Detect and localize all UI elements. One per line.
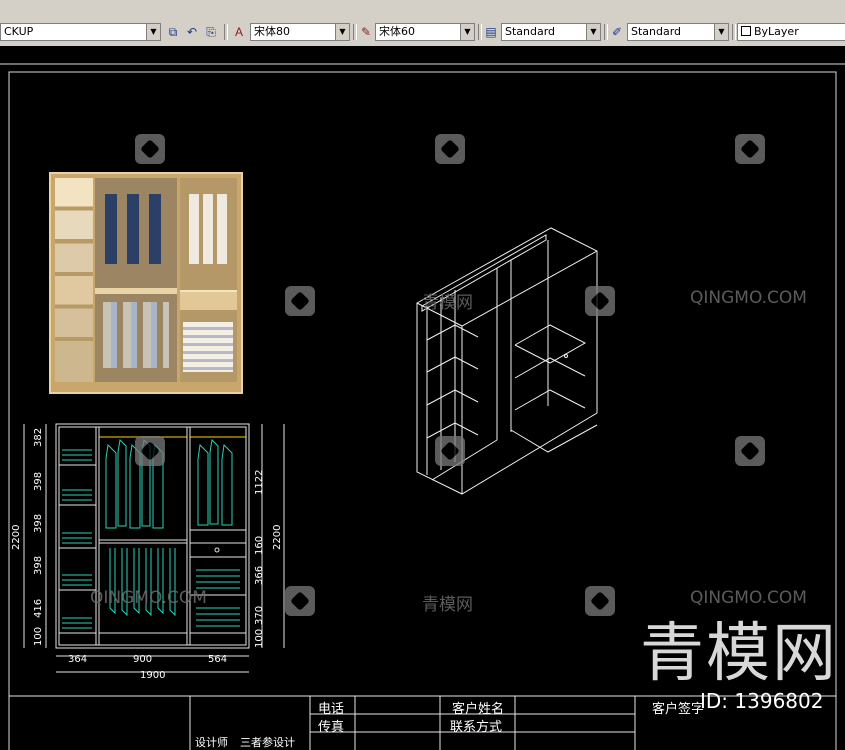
dim-right-total: 2200 [272,525,283,550]
text-style-icon[interactable]: A [230,23,248,41]
dim-right-3: 366 [254,566,265,585]
dim-style-manager-icon[interactable]: ▤ [482,23,500,41]
table-style-icon[interactable]: ✐ [608,23,626,41]
color-swatch-icon [741,26,751,36]
watermark-logo-icon [135,134,165,164]
dim-style-combo[interactable]: Standard ▼ [501,23,601,41]
title-cell-contact: 联系方式 [450,720,503,735]
title-cell-fax: 传真 [318,720,345,735]
watermark-text: QINGMO.COM [690,288,807,308]
title-block-top-strip [0,46,845,62]
layer-combo[interactable]: CKUP ▼ [0,23,161,41]
wardrobe-reference-photo [49,172,243,394]
watermark-logo-icon [135,436,165,466]
layer-combo-value: CKUP [4,25,34,38]
watermark-logo-icon [435,436,465,466]
table-style-combo[interactable]: Standard ▼ [627,23,729,41]
watermark-logo-icon [585,586,615,616]
dim-text-style-combo[interactable]: 宋体60 ▼ [375,23,475,41]
dim-right-1: 1122 [254,470,265,495]
dim-left-2: 398 [33,472,44,491]
chevron-down-icon: ▼ [586,24,600,40]
photo-hanging-jeans [105,194,167,264]
dim-text-style-combo-value: 宋体60 [379,25,415,38]
dim-left-5: 416 [33,599,44,618]
dim-bottom-2: 900 [133,654,152,665]
table-style-combo-value: Standard [631,25,682,38]
watermark-logo-icon [585,286,615,316]
title-cell-client-name: 客户姓名 [452,702,505,717]
photo-left-column [55,178,93,382]
dim-right-2: 160 [254,536,265,555]
cad-toolbar: CKUP ▼ ⧉ ↶ ⎘ A 宋体80 ▼ ✎ 宋体60 ▼ ▤ Standar… [0,0,845,47]
dim-left-total: 2200 [11,525,22,550]
dim-bottom-1: 364 [68,654,87,665]
dim-left-3: 398 [33,514,44,533]
separator [732,24,736,40]
properties-toolbar-row: CKUP ▼ ⧉ ↶ ⎘ A 宋体80 ▼ ✎ 宋体60 ▼ ▤ Standar… [0,22,845,44]
watermark-logo-icon [435,134,465,164]
watermark-text-cn: 青模网 [422,293,473,313]
photo-folded-stack [183,322,233,372]
watermark-text: QINGMO.COM [90,588,207,608]
dim-left-1: 382 [33,428,44,447]
watermark-logo-icon [285,286,315,316]
title-cell-client-sign: 客户签字 [652,702,705,717]
dim-left-4: 398 [33,556,44,575]
color-combo[interactable]: ByLayer [737,23,845,41]
model-id-label: ID: 1396802 [700,689,824,713]
brand-watermark: 青模网 [640,617,838,691]
layer-previous-icon[interactable]: ↶ [183,23,201,41]
chevron-down-icon: ▼ [460,24,474,40]
chevron-down-icon: ▼ [335,24,349,40]
title-cell-phone: 电话 [318,702,345,717]
title-cell-designer: 设计师 [195,736,228,749]
layer-match-icon[interactable]: ⎘ [202,23,220,41]
dim-left-6: 100 [33,627,44,646]
separator [224,24,228,40]
dim-right-5: 100 [254,629,265,648]
chevron-down-icon: ▼ [146,24,160,40]
color-combo-value: ByLayer [754,25,799,38]
text-style-combo[interactable]: 宋体80 ▼ [250,23,350,41]
text-style-combo-value: 宋体80 [254,25,290,38]
dim-bottom-total: 1900 [140,670,165,681]
dimension-style-icon[interactable]: ✎ [357,23,375,41]
photo-drawer [180,290,237,310]
photo-hanging-shirts [103,302,169,368]
watermark-logo-icon [735,436,765,466]
title-cell-project-note: 三者参设计 [240,736,295,749]
dim-bottom-3: 564 [208,654,227,665]
dim-style-combo-value: Standard [505,25,556,38]
dim-right-4: 370 [254,606,265,625]
layer-states-icon[interactable]: ⧉ [164,23,182,41]
watermark-logo-icon [285,586,315,616]
photo-right-hanging [189,194,229,264]
watermark-text-cn: 青模网 [422,595,473,615]
watermark-logo-icon [735,134,765,164]
photo-center-shelf [95,288,177,294]
chevron-down-icon: ▼ [714,24,728,40]
